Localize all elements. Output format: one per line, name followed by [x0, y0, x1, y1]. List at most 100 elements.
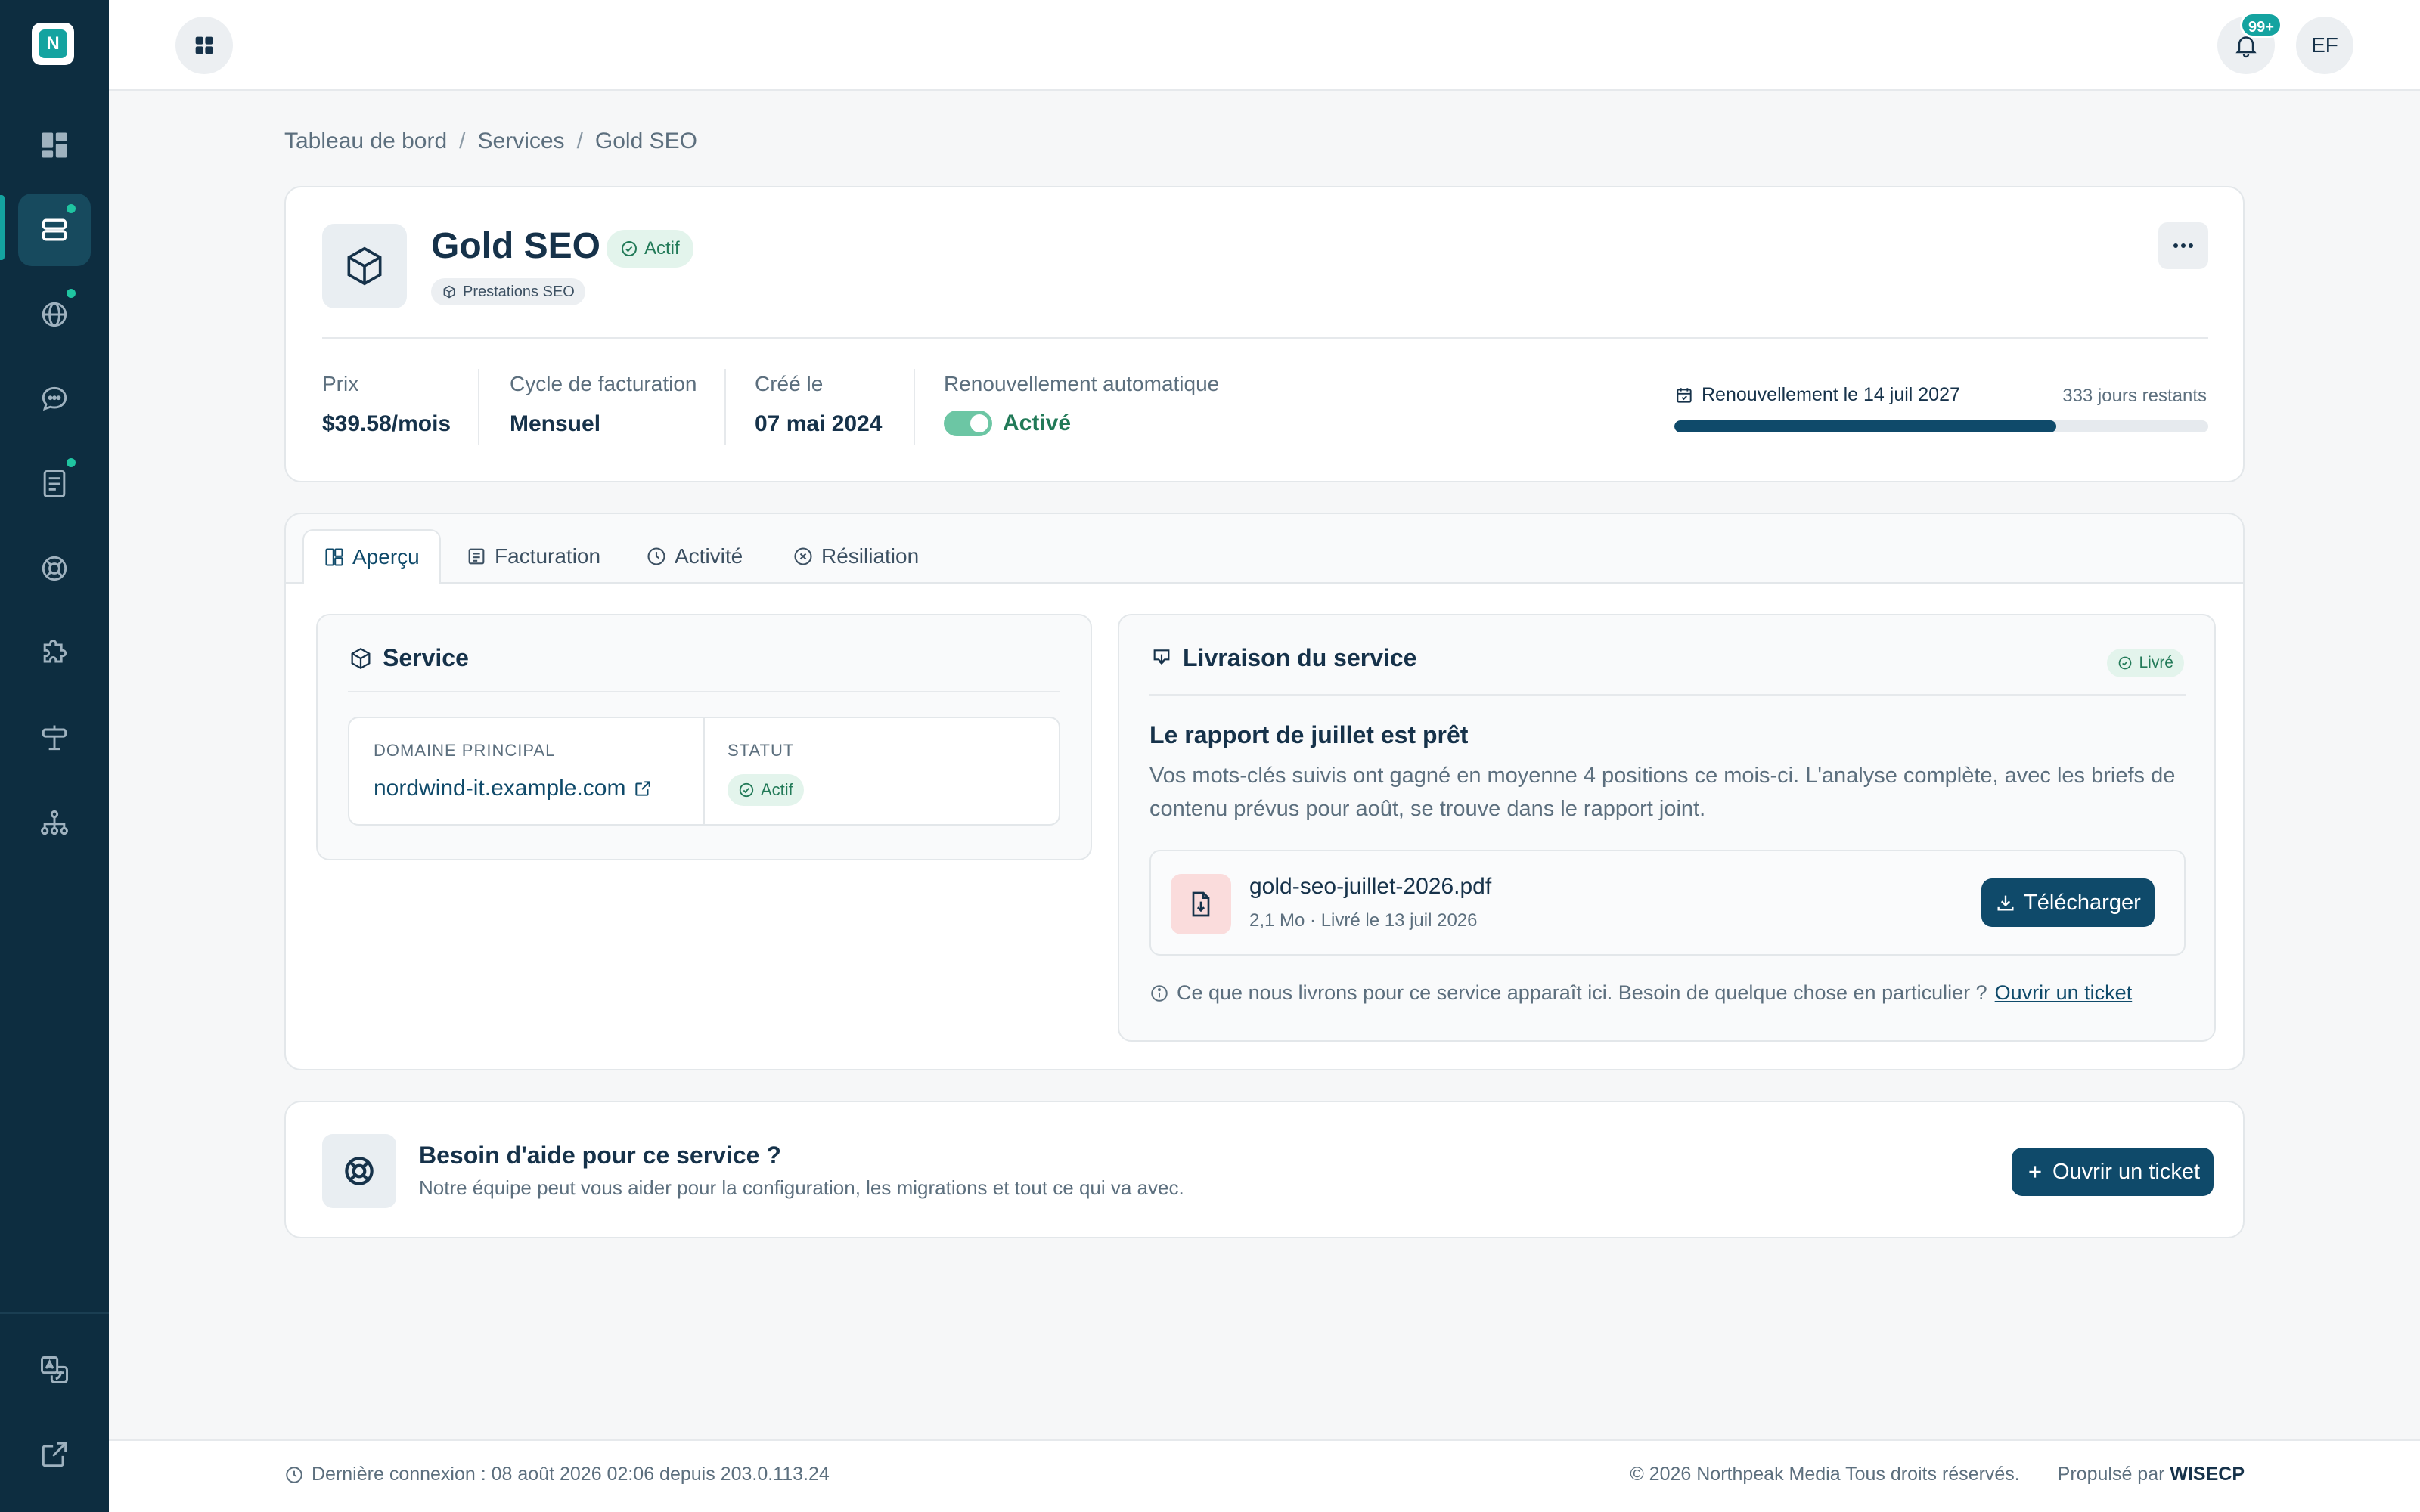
primary-domain-link[interactable]: nordwind-it.example.com: [374, 776, 653, 801]
breadcrumb-current: Gold SEO: [594, 129, 697, 153]
service-info-column-divider: [703, 718, 705, 824]
breadcrumb-services-link[interactable]: Services: [478, 129, 565, 154]
powered-by-prefix: Propulsé par: [2057, 1464, 2165, 1485]
stat-auto-renew: Renouvellement automatique Activé: [944, 372, 1220, 437]
lifebuoy-icon: [345, 1157, 374, 1185]
help-icon-box: [322, 1134, 396, 1208]
download-button-label: Télécharger: [2024, 890, 2141, 915]
sidebar-item-domains[interactable]: [18, 278, 91, 351]
invoice-icon: [43, 470, 66, 497]
file-download-icon: [1192, 891, 1210, 917]
apps-menu-button[interactable]: [175, 17, 233, 74]
overview-icon: [325, 548, 343, 566]
delivery-status-badge: Livré: [2107, 649, 2184, 677]
sidebar-item-addons[interactable]: [18, 617, 91, 689]
delivery-title: Livraison du service: [1150, 644, 1416, 672]
notification-count-badge: 99+: [2240, 12, 2282, 38]
stat-label: Prix: [322, 372, 359, 395]
stat-label: Cycle de facturation: [510, 372, 697, 395]
check-circle-icon: [2119, 656, 2132, 670]
clock-icon: [286, 1466, 302, 1483]
external-link-icon: [42, 1442, 67, 1467]
open-ticket-button[interactable]: Ouvrir un ticket: [2012, 1148, 2214, 1196]
service-info-card: Service DOMAINE PRINCIPAL nordwind-it.ex…: [316, 614, 1092, 860]
delivery-heading: Le rapport de juillet est prêt: [1150, 721, 1469, 748]
tab-label: Aperçu: [352, 545, 420, 569]
service-header-card: Gold SEO Actif Prestations SEO Prix $39.…: [284, 186, 2245, 482]
service-category-tag: Prestations SEO: [431, 278, 585, 305]
user-avatar[interactable]: EF: [2296, 17, 2353, 74]
puzzle-icon: [43, 640, 67, 663]
stat-created: Créé le 07 mai 2024: [755, 372, 882, 437]
service-info-title-text: Service: [383, 644, 469, 671]
sidebar: N: [0, 0, 109, 1512]
powered-by-brand[interactable]: WISECP: [2170, 1464, 2245, 1485]
header-divider: [322, 337, 2208, 339]
download-icon: [1997, 895, 2014, 911]
clock-icon: [647, 547, 666, 565]
delivery-note-text: Ce que nous livrons pour ce service appa…: [1177, 981, 1987, 1004]
translate-icon: [41, 1356, 68, 1383]
sidebar-item-dashboard[interactable]: [18, 109, 91, 181]
sidebar-item-services[interactable]: [18, 194, 91, 266]
sidebar-item-language[interactable]: [18, 1334, 91, 1406]
tab-billing[interactable]: Facturation: [446, 529, 620, 584]
service-category-text: Prestations SEO: [463, 283, 575, 300]
renewal-days-left: 333 jours restants: [2062, 386, 2207, 406]
services-icon: [42, 218, 67, 241]
dashboard-icon: [42, 132, 67, 158]
delivery-file: gold-seo-juillet-2026.pdf 2,1 Mo · Livré…: [1150, 850, 2186, 956]
stat-label: Créé le: [755, 372, 824, 395]
auto-renew-toggle[interactable]: [944, 411, 992, 437]
delivery-divider: [1150, 694, 2186, 696]
footer-credits: © 2026 Northpeak Media Tous droits réser…: [1630, 1464, 2245, 1486]
service-title: Gold SEO: [431, 226, 601, 266]
copyright-text: © 2026 Northpeak Media Tous droits réser…: [1630, 1464, 2020, 1485]
brand-logo-letter: N: [39, 29, 67, 58]
stat-billing-cycle: Cycle de facturation Mensuel: [510, 372, 697, 437]
sidebar-item-website[interactable]: [18, 1418, 91, 1491]
sidebar-item-tools[interactable]: [18, 702, 91, 774]
ellipsis-icon: [2173, 243, 2193, 248]
download-button[interactable]: Télécharger: [1981, 878, 2155, 927]
breadcrumb-separator: /: [459, 129, 466, 153]
primary-domain-text: nordwind-it.example.com: [374, 776, 626, 801]
sidebar-active-indicator: [0, 195, 5, 260]
delivery-title-text: Livraison du service: [1183, 644, 1417, 671]
help-subtitle: Notre équipe peut vous aider pour la con…: [419, 1176, 1184, 1199]
stat-value: 07 mai 2024: [755, 411, 883, 436]
sidebar-item-affiliates[interactable]: [18, 786, 91, 859]
tab-overview[interactable]: Aperçu: [302, 529, 441, 585]
breadcrumb-separator: /: [576, 129, 583, 153]
service-info-divider: [348, 691, 1060, 692]
sidebar-item-help[interactable]: [18, 532, 91, 605]
billing-icon: [468, 548, 485, 565]
lifebuoy-icon: [42, 556, 67, 581]
check-circle-icon: [739, 782, 754, 798]
grid-icon: [195, 36, 213, 54]
renewal-date-text: Renouvellement le 14 juil 2027: [1702, 384, 1960, 405]
stat-divider: [724, 369, 726, 445]
tab-content-overview: Service DOMAINE PRINCIPAL nordwind-it.ex…: [286, 584, 2243, 1069]
file-meta: 2,1 Mo · Livré le 13 juil 2026: [1249, 910, 1478, 931]
tab-label: Résiliation: [821, 544, 920, 568]
service-status-text: Actif: [644, 238, 680, 259]
open-ticket-link[interactable]: Ouvrir un ticket: [1995, 981, 2133, 1005]
stat-divider: [478, 369, 479, 445]
more-actions-button[interactable]: [2158, 222, 2208, 269]
tab-activity[interactable]: Activité: [626, 529, 762, 584]
sidebar-item-invoices[interactable]: [18, 448, 91, 520]
open-ticket-button-label: Ouvrir un ticket: [2052, 1159, 2200, 1184]
renewal-progress-bar: [1674, 420, 2208, 432]
breadcrumb-dashboard-link[interactable]: Tableau de bord: [284, 129, 447, 154]
brand-logo[interactable]: N: [32, 23, 74, 65]
top-bar: 99+ EF: [109, 0, 2420, 91]
stat-label: Renouvellement automatique: [944, 372, 1220, 395]
sidebar-item-support[interactable]: [18, 363, 91, 435]
tab-label: Facturation: [495, 544, 601, 568]
signpost-icon: [42, 725, 67, 751]
breadcrumb: Tableau de bord / Services / Gold SEO: [284, 129, 697, 154]
service-info-table: DOMAINE PRINCIPAL nordwind-it.example.co…: [348, 717, 1060, 826]
service-info-title: Service: [348, 644, 469, 672]
tab-cancellation[interactable]: Résiliation: [773, 529, 939, 584]
